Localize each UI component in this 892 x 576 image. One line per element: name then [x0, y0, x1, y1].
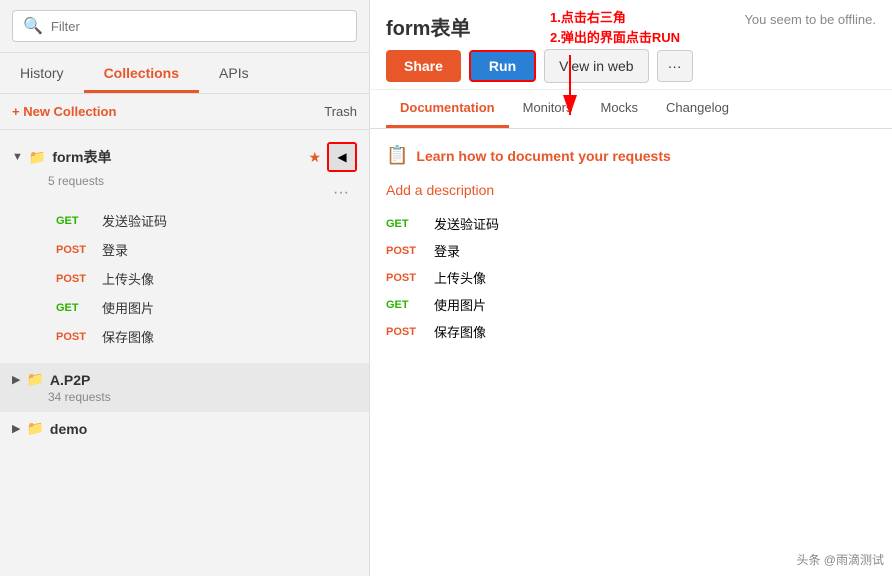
learn-link[interactable]: 📋 Learn how to document your requests — [386, 145, 876, 166]
action-buttons: Share Run View in web ··· — [386, 49, 876, 83]
star-icon-form[interactable]: ★ — [308, 149, 321, 166]
request-name[interactable]: 发送验证码 — [102, 211, 167, 230]
collection-sub-ap2p: 34 requests — [48, 390, 357, 404]
request-item[interactable]: POST 登录 — [48, 235, 357, 264]
tab-apis[interactable]: APIs — [199, 53, 269, 93]
doc-icon: 📋 — [386, 145, 408, 166]
collection-name-form[interactable]: form表单 — [52, 147, 302, 167]
collection-item-demo: ▶ 📁 demo — [0, 412, 369, 445]
left-panel: 🔍 History Collections APIs + New Collect… — [0, 0, 370, 576]
method-badge-post: POST — [386, 245, 422, 257]
actions-row: + New Collection Trash — [0, 94, 369, 130]
search-bar: 🔍 — [0, 0, 369, 53]
method-badge-get: GET — [56, 302, 92, 314]
tabs-row: History Collections APIs — [0, 53, 369, 94]
tab-collections[interactable]: Collections — [84, 53, 199, 93]
trash-button[interactable]: Trash — [324, 104, 357, 119]
right-tabs: Documentation Monitors Mocks Changelog — [370, 90, 892, 129]
caret-icon-ap2p[interactable]: ▶ — [12, 373, 20, 386]
right-content: 📋 Learn how to document your requests Ad… — [370, 129, 892, 576]
folder-icon-demo: 📁 — [26, 420, 43, 437]
share-button[interactable]: Share — [386, 50, 461, 82]
collection-title-row: form表单 1.点击右三角 2.弹出的界面点击RUN You seem to … — [386, 12, 876, 41]
right-request-item[interactable]: GET 发送验证码 — [386, 214, 876, 233]
request-name[interactable]: 上传头像 — [434, 268, 486, 287]
search-icon: 🔍 — [23, 16, 43, 36]
collection-header-form: ▼ 📁 form表单 ★ ◀ — [12, 142, 357, 172]
run-button[interactable]: Run — [469, 50, 536, 82]
folder-icon-ap2p: 📁 — [26, 371, 43, 388]
requests-list-form: GET 发送验证码 POST 登录 POST 上传头像 GET 使用图片 POS… — [12, 202, 357, 355]
right-request-item[interactable]: POST 保存图像 — [386, 322, 876, 341]
request-name[interactable]: 保存图像 — [434, 322, 486, 341]
request-name[interactable]: 使用图片 — [434, 295, 486, 314]
caret-icon-demo[interactable]: ▶ — [12, 422, 20, 435]
method-badge-get: GET — [386, 218, 422, 230]
collection-name-demo[interactable]: demo — [50, 421, 357, 437]
collection-item-ap2p: ▶ 📁 A.P2P 34 requests — [0, 363, 369, 412]
method-badge-post: POST — [386, 272, 422, 284]
method-badge-post: POST — [56, 244, 92, 256]
watermark: 头条 @雨滴测试 — [796, 551, 884, 568]
collapse-button[interactable]: ◀ — [329, 144, 355, 170]
new-collection-button[interactable]: + New Collection — [12, 104, 116, 119]
request-item[interactable]: GET 使用图片 — [48, 293, 357, 322]
request-item[interactable]: POST 上传头像 — [48, 264, 357, 293]
request-name[interactable]: 上传头像 — [102, 269, 154, 288]
request-item[interactable]: POST 保存图像 — [48, 322, 357, 351]
more-button[interactable]: ··· — [657, 50, 693, 82]
right-request-item[interactable]: GET 使用图片 — [386, 295, 876, 314]
collection-item-form: ▼ 📁 form表单 ★ ◀ 5 requests ··· GET — [0, 134, 369, 363]
caret-icon-form[interactable]: ▼ — [12, 151, 23, 163]
collection-header-ap2p: ▶ 📁 A.P2P — [12, 371, 357, 388]
view-in-web-button[interactable]: View in web — [544, 49, 648, 83]
tab-mocks[interactable]: Mocks — [586, 90, 652, 128]
request-item[interactable]: GET 发送验证码 — [48, 206, 357, 235]
method-badge-post: POST — [386, 326, 422, 338]
learn-link-text[interactable]: Learn how to document your requests — [416, 148, 670, 164]
offline-badge: You seem to be offline. — [744, 12, 876, 27]
folder-icon-form: 📁 — [29, 149, 46, 166]
tab-changelog[interactable]: Changelog — [652, 90, 743, 128]
right-request-item[interactable]: POST 上传头像 — [386, 268, 876, 287]
right-header: form表单 1.点击右三角 2.弹出的界面点击RUN You seem to … — [370, 0, 892, 90]
collection-header-demo: ▶ 📁 demo — [12, 420, 357, 437]
search-input-wrap[interactable]: 🔍 — [12, 10, 357, 42]
request-name[interactable]: 登录 — [102, 240, 128, 259]
method-badge-post: POST — [56, 273, 92, 285]
tab-monitors[interactable]: Monitors — [509, 90, 587, 128]
tab-documentation[interactable]: Documentation — [386, 90, 509, 128]
collection-name-ap2p[interactable]: A.P2P — [50, 372, 357, 388]
method-badge-get: GET — [386, 299, 422, 311]
collection-title: form表单 — [386, 12, 470, 41]
request-name[interactable]: 登录 — [434, 241, 460, 260]
annotation-text: 1.点击右三角 2.弹出的界面点击RUN — [550, 8, 680, 47]
more-icon-form[interactable]: ··· — [333, 184, 349, 202]
method-badge-post: POST — [56, 331, 92, 343]
request-name[interactable]: 保存图像 — [102, 327, 154, 346]
right-requests-list: GET 发送验证码 POST 登录 POST 上传头像 GET 使用图片 POS… — [386, 214, 876, 341]
collections-list: ▼ 📁 form表单 ★ ◀ 5 requests ··· GET — [0, 130, 369, 576]
request-name[interactable]: 发送验证码 — [434, 214, 499, 233]
right-panel: form表单 1.点击右三角 2.弹出的界面点击RUN You seem to … — [370, 0, 892, 576]
add-description[interactable]: Add a description — [386, 182, 876, 198]
right-request-item[interactable]: POST 登录 — [386, 241, 876, 260]
request-name[interactable]: 使用图片 — [102, 298, 154, 317]
method-badge-get: GET — [56, 215, 92, 227]
search-input[interactable] — [51, 19, 346, 34]
tab-history[interactable]: History — [0, 53, 84, 93]
